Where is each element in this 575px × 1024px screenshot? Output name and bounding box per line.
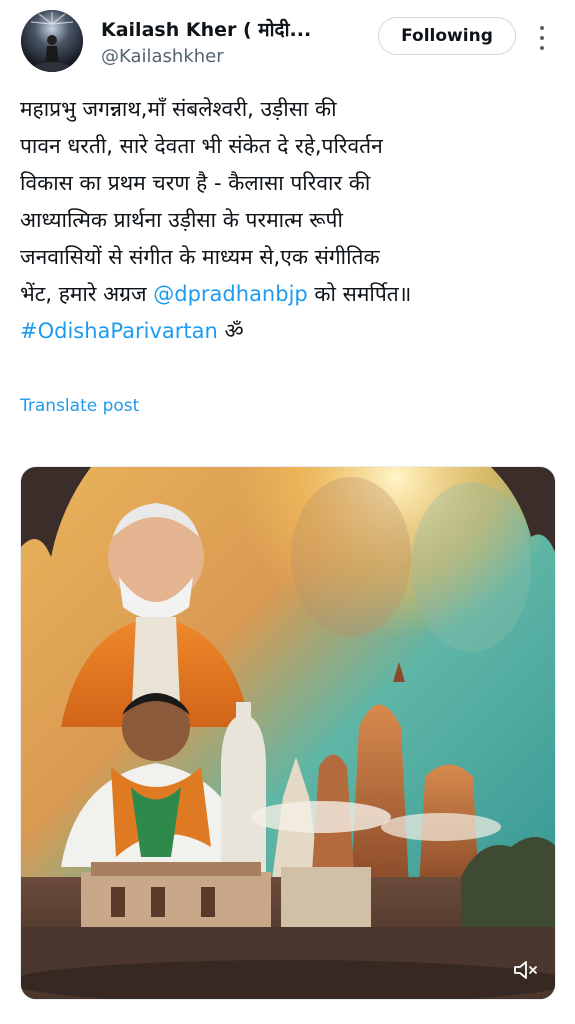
user-handle[interactable]: @Kailashkher: [101, 46, 224, 67]
tweet-line: विकास का प्रथम चरण है - कैलासा परिवार की: [20, 171, 371, 195]
mute-button[interactable]: [511, 957, 541, 983]
tweet-text: महाप्रभु जगन्नाथ,माँ संबलेश्वरी, उड़ीसा …: [20, 91, 560, 350]
media-video[interactable]: [20, 466, 556, 1000]
volume-muted-icon: [514, 961, 537, 979]
tweet-text-segment: को समर्पित॥: [307, 282, 412, 306]
tweet-text-segment: भेंट, हमारे अग्रज: [20, 282, 154, 306]
tweet-line: #OdishaParivartan ॐ: [20, 313, 560, 350]
translate-post-link[interactable]: Translate post: [20, 396, 139, 416]
tweet-line: आध्यात्मिक प्रार्थना उड़ीसा के परमात्म र…: [20, 208, 343, 232]
tweet-line: जनवासियों से संगीत के माध्यम से,एक संगीत…: [20, 245, 380, 269]
tweet-line: पावन धरती, सारे देवता भी संकेत दे रहे,पर…: [20, 134, 383, 158]
mention-link[interactable]: @dpradhanbjp: [153, 282, 307, 306]
display-name[interactable]: Kailash Kher ( मोदी...: [101, 16, 311, 42]
tweet-header: Kailash Kher ( मोदी... @Kailashkher Foll…: [0, 0, 575, 88]
avatar[interactable]: [21, 10, 83, 72]
more-vertical-icon: [540, 26, 544, 30]
video-thumbnail: [21, 467, 555, 999]
tweet-line: भेंट, हमारे अग्रज @dpradhanbjp को समर्पि…: [20, 276, 560, 313]
more-options-button[interactable]: [532, 22, 552, 54]
hashtag-link[interactable]: #OdishaParivartan: [20, 319, 218, 343]
avatar-icon: [21, 10, 83, 72]
tweet-line: महाप्रभु जगन्नाथ,माँ संबलेश्वरी, उड़ीसा …: [20, 97, 337, 121]
following-button[interactable]: Following: [378, 17, 516, 55]
tweet-text-segment: ॐ: [217, 319, 244, 343]
